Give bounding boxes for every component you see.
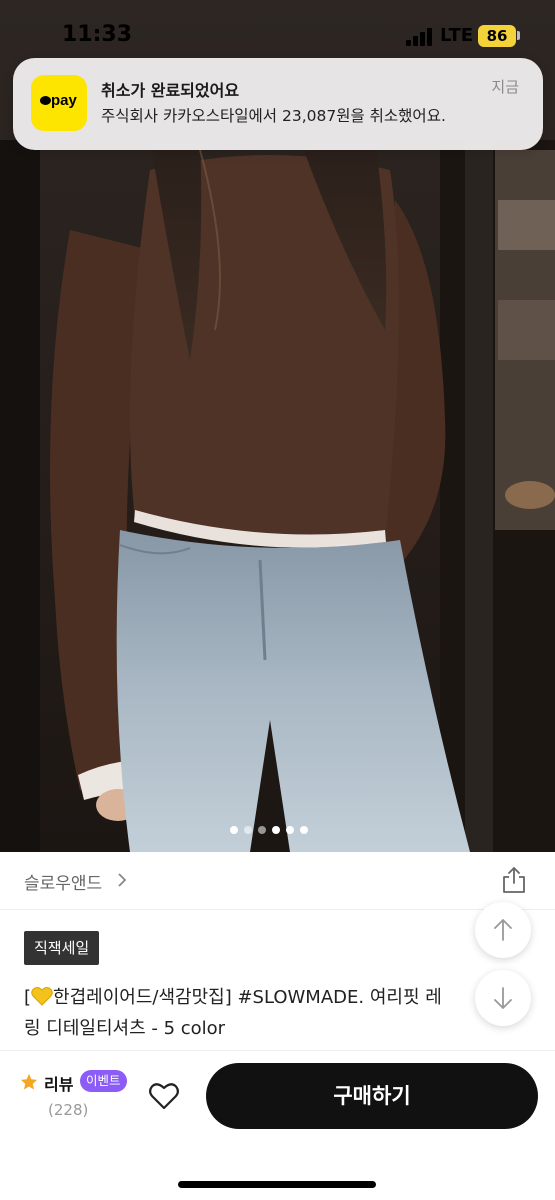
review-label[interactable]: 리뷰: [44, 1071, 73, 1095]
buy-button[interactable]: 구매하기: [206, 1063, 538, 1129]
notification-title: 취소가 완료되었어요: [101, 81, 240, 100]
star-icon: [20, 1073, 38, 1090]
scroll-down-button[interactable]: [475, 970, 531, 1026]
carousel-dot: [244, 826, 252, 834]
heart-icon[interactable]: [148, 1081, 180, 1111]
battery-icon: 86: [478, 25, 516, 47]
carousel-dot: [286, 826, 294, 834]
network-type: LTE: [440, 25, 474, 46]
product-title-text1: 한겹레이어드/색감맛집] #SLOWMADE. 여리핏 레: [53, 987, 442, 1008]
battery-tip: [517, 31, 520, 40]
yellow-heart-icon: [31, 987, 53, 1006]
carousel-dot: [258, 826, 266, 834]
review-count[interactable]: (228): [48, 1101, 88, 1119]
product-title-line2: 링 디테일티셔츠 - 5 color: [24, 1018, 226, 1039]
arrow-down-icon: [494, 987, 512, 1009]
home-indicator[interactable]: [178, 1181, 376, 1188]
title-bracket: [: [24, 987, 32, 1008]
carousel-dot: [300, 826, 308, 834]
carousel-dot-active: [230, 826, 238, 834]
signal-icon: [406, 28, 434, 46]
notification-body: 주식회사 카카오스타일에서 23,087원을 취소했어요.: [101, 107, 446, 125]
brand-name[interactable]: 슬로우앤드: [24, 869, 102, 894]
carousel-dot: [272, 826, 280, 834]
scroll-up-button[interactable]: [475, 902, 531, 958]
arrow-up-icon: [494, 919, 512, 941]
purchase-bar: 리뷰 이벤트 (228) 구매하기: [0, 1050, 555, 1200]
status-time: 11:33: [62, 22, 133, 47]
kakao-pay-icon-label: pay: [51, 92, 77, 109]
push-notification[interactable]: pay 취소가 완료되었어요 주식회사 카카오스타일에서 23,087원을 취소…: [13, 58, 543, 150]
chevron-right-icon: [118, 873, 127, 887]
sale-badge: 직잭세일: [24, 931, 100, 965]
kakao-pay-icon: pay: [31, 75, 87, 131]
event-badge: 이벤트: [80, 1070, 127, 1092]
share-icon[interactable]: [501, 866, 527, 894]
brand-row[interactable]: 슬로우앤드: [0, 852, 555, 910]
product-title-line1: [ 한겹레이어드/색감맛집] #SLOWMADE. 여리핏 레: [24, 983, 442, 1009]
notification-time: 지금: [491, 78, 519, 96]
carousel-indicator: [230, 826, 308, 836]
